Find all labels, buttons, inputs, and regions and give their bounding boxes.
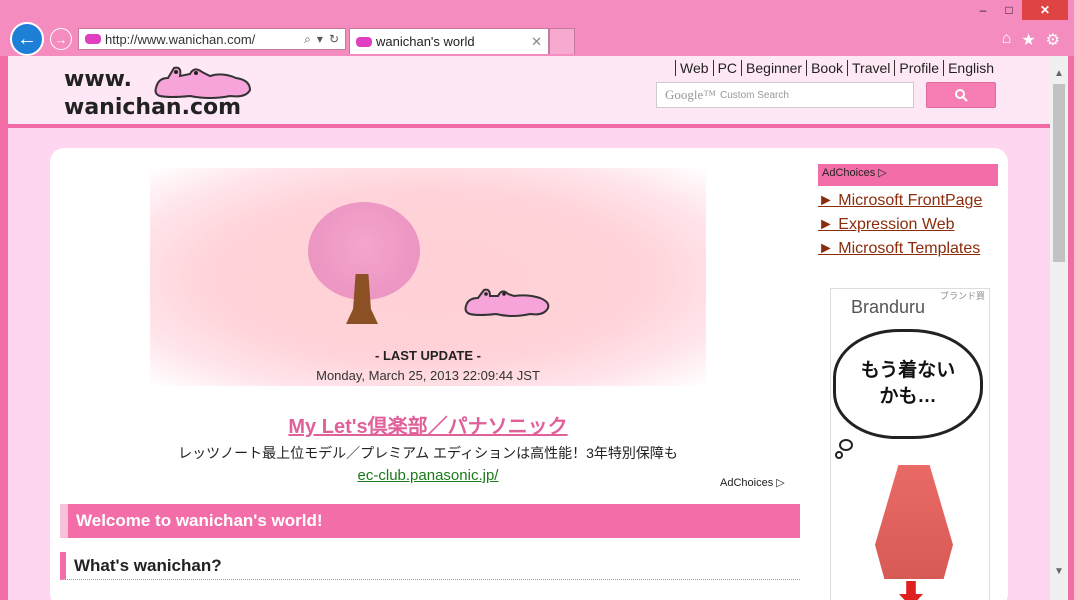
nav-web[interactable]: Web <box>675 60 713 76</box>
sidebar-link-frontpage[interactable]: ► Microsoft FrontPage <box>818 192 1002 210</box>
scrollbar-thumb[interactable] <box>1053 84 1065 262</box>
adchoices-label: AdChoices <box>720 477 774 489</box>
page-viewport: www. wanichan.com Web PC Beginner Book T… <box>8 56 1050 600</box>
ad-description: レッツノート最上位モデル／プレミアム エディションは高性能！3年特別保障も <box>178 445 678 461</box>
custom-search-input[interactable]: Google™ Custom Search <box>656 82 914 108</box>
nav-travel[interactable]: Travel <box>847 60 894 76</box>
adchoices-icon: ▷ <box>878 167 887 179</box>
nav-book[interactable]: Book <box>806 60 847 76</box>
scroll-down-icon[interactable]: ▼ <box>1050 562 1068 580</box>
nav-pc[interactable]: PC <box>712 60 741 76</box>
crocodile-logo-icon <box>154 66 252 99</box>
new-tab-button[interactable] <box>549 28 575 54</box>
thought-bubble-dot <box>835 451 843 459</box>
nav-english[interactable]: English <box>943 60 998 76</box>
banner-brand: Branduru <box>851 297 926 317</box>
magnifier-icon <box>955 89 968 102</box>
tab-title: wanichan's world <box>376 34 475 49</box>
site-header: www. wanichan.com Web PC Beginner Book T… <box>8 56 1050 128</box>
down-arrow-icon <box>899 581 923 600</box>
thought-bubble-dot <box>839 439 853 451</box>
banner-brand-jp: ブランド買 <box>939 291 985 301</box>
speech-bubble: もう着ない かも… <box>833 329 983 439</box>
back-arrow-icon[interactable]: ← <box>10 22 44 56</box>
last-update-label: - LAST UPDATE - <box>375 348 481 363</box>
ad-title-link[interactable]: My Let's倶楽部／パナソニック <box>50 410 806 439</box>
tab-favicon-icon <box>356 36 372 47</box>
vertical-scrollbar[interactable]: ▲ ▼ <box>1050 56 1068 600</box>
top-navigation: Web PC Beginner Book Travel Profile Engl… <box>675 60 998 76</box>
crocodile-mascot-icon <box>464 288 550 317</box>
google-brand: Google™ <box>665 87 717 102</box>
address-bar[interactable]: http://www.wanichan.com/ ⌕ ▾ ↻ <box>78 28 346 50</box>
ad-url-link[interactable]: ec-club.panasonic.jp/ <box>50 467 806 484</box>
search-placeholder: Custom Search <box>720 89 789 101</box>
site-favicon-icon <box>85 34 101 44</box>
maximize-button[interactable]: □ <box>996 0 1022 20</box>
whats-wanichan-heading: What's wanichan? <box>60 552 800 580</box>
sidebar-link-expression-web[interactable]: ► Expression Web <box>818 216 1002 234</box>
browser-tab[interactable]: wanichan's world ✕ <box>349 28 549 54</box>
window-controls: – □ ✕ <box>970 0 1068 20</box>
forward-arrow-icon[interactable]: → <box>50 28 72 50</box>
dropdown-icon[interactable]: ▾ <box>317 32 323 47</box>
star-icon[interactable]: ★ <box>1021 30 1035 50</box>
hero-illustration: - LAST UPDATE - Monday, March 25, 2013 2… <box>150 168 706 386</box>
adchoices-link[interactable]: AdChoices ▷ <box>720 476 785 489</box>
sponsored-ad: My Let's倶楽部／パナソニック レッツノート最上位モデル／プレミアム エデ… <box>50 410 806 484</box>
close-button[interactable]: ✕ <box>1022 0 1068 20</box>
bubble-line2: かも… <box>879 386 937 407</box>
refresh-icon[interactable]: ↻ <box>329 32 339 47</box>
search-icon[interactable]: ⌕ <box>304 32 311 47</box>
nav-beginner[interactable]: Beginner <box>741 60 806 76</box>
sidebar-adchoices[interactable]: AdChoices ▷ <box>818 164 998 186</box>
tab-close-icon[interactable]: ✕ <box>531 34 542 50</box>
minimize-button[interactable]: – <box>970 0 996 20</box>
last-update-date: Monday, March 25, 2013 22:09:44 JST <box>316 368 540 383</box>
dress-image <box>875 465 953 579</box>
sidebar-link-templates[interactable]: ► Microsoft Templates <box>818 240 1002 258</box>
search-button[interactable] <box>926 82 996 108</box>
banner-ad[interactable]: ブランド買 Branduru もう着ない かも… <box>830 288 990 600</box>
welcome-heading: Welcome to wanichan's world! <box>60 504 800 538</box>
gear-icon[interactable]: ⚙ <box>1046 30 1060 50</box>
nav-profile[interactable]: Profile <box>894 60 943 76</box>
home-icon[interactable]: ⌂ <box>1002 30 1012 50</box>
scroll-up-icon[interactable]: ▲ <box>1050 64 1068 82</box>
bubble-line1: もう着ない <box>860 360 956 381</box>
main-content-panel: - LAST UPDATE - Monday, March 25, 2013 2… <box>50 148 1008 600</box>
browser-chrome: – □ ✕ ← → http://www.wanichan.com/ ⌕ ▾ ↻… <box>0 0 1074 56</box>
address-url[interactable]: http://www.wanichan.com/ <box>105 32 304 47</box>
adchoices-icon: ▷ <box>776 477 785 489</box>
sidebar: AdChoices ▷ ► Microsoft FrontPage ► Expr… <box>818 164 1002 600</box>
browser-right-icons: ⌂ ★ ⚙ <box>1002 30 1060 50</box>
sidebar-adchoices-label: AdChoices <box>822 167 876 179</box>
